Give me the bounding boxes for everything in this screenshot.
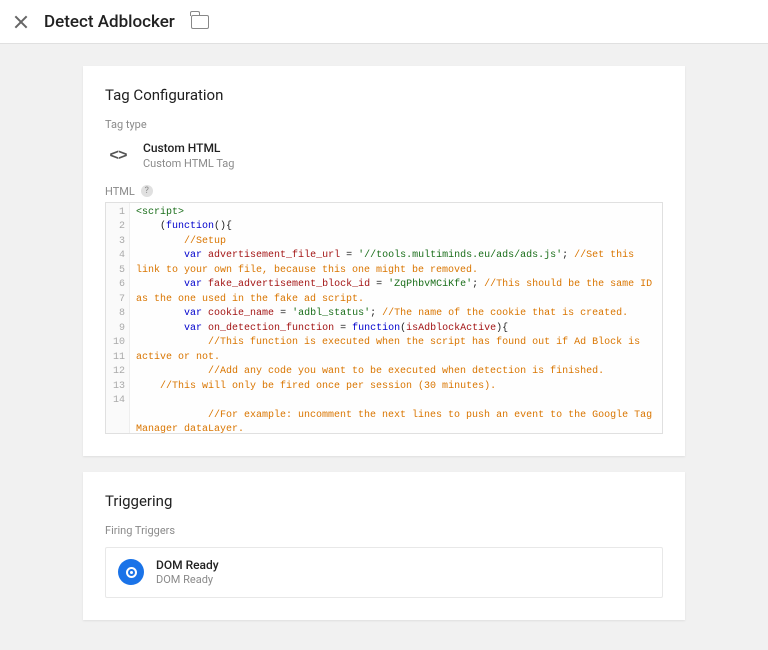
line-gutter: 1234567891011121314 [106, 203, 130, 433]
trigger-type: DOM Ready [156, 573, 219, 587]
trigger-row[interactable]: DOM Ready DOM Ready [105, 547, 663, 598]
help-icon[interactable]: ? [141, 185, 153, 197]
code-editor[interactable]: 1234567891011121314 <script> (function()… [105, 202, 663, 434]
tag-type-row[interactable]: <> Custom HTML Custom HTML Tag [105, 141, 663, 171]
section-title: Triggering [105, 492, 663, 510]
tag-type-label: Tag type [105, 118, 663, 131]
firing-triggers-label: Firing Triggers [105, 524, 663, 537]
tag-configuration-card[interactable]: Tag Configuration Tag type <> Custom HTM… [83, 66, 685, 456]
page-title: Detect Adblocker [44, 12, 175, 32]
html-label: HTML [105, 185, 135, 198]
content: Tag Configuration Tag type <> Custom HTM… [0, 44, 768, 650]
close-icon[interactable] [12, 13, 30, 31]
trigger-name: DOM Ready [156, 558, 219, 573]
tag-type-sub: Custom HTML Tag [143, 157, 234, 171]
triggering-card[interactable]: Triggering Firing Triggers DOM Ready DOM… [83, 472, 685, 620]
folder-icon[interactable] [191, 15, 209, 29]
html-label-row: HTML ? [105, 185, 663, 198]
topbar: Detect Adblocker [0, 0, 768, 44]
dom-ready-icon [118, 559, 144, 585]
card-stack: Tag Configuration Tag type <> Custom HTM… [83, 66, 685, 620]
tag-type-text: Custom HTML Custom HTML Tag [143, 141, 234, 171]
trigger-text: DOM Ready DOM Ready [156, 558, 219, 587]
code-brackets-icon: <> [105, 143, 131, 169]
code-area[interactable]: <script> (function(){ //Setup var advert… [130, 203, 662, 433]
tag-type-name: Custom HTML [143, 141, 234, 157]
section-title: Tag Configuration [105, 86, 663, 104]
